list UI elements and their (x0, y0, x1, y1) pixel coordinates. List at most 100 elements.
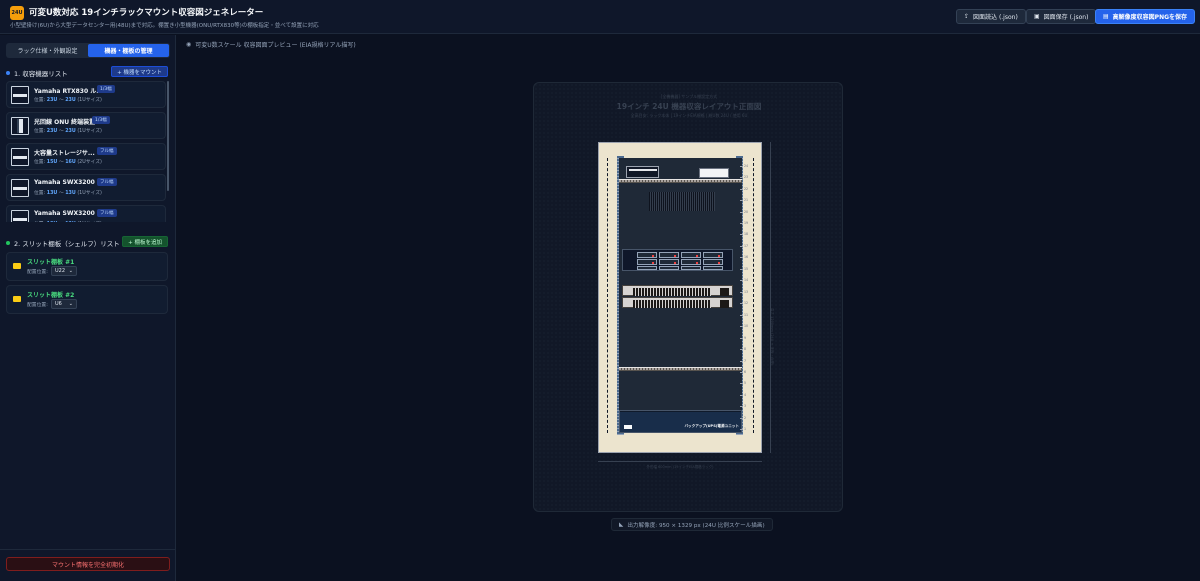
device-pos-prefix: 位置: (34, 191, 46, 196)
shelf-item[interactable]: スリット棚板 #2 配置位置: U6 ⌄ (6, 285, 168, 314)
drive-bay (703, 252, 723, 258)
device-thumbnail (11, 179, 29, 197)
device-position: 位置: 12U 〜 12U (1Uサイズ) (34, 220, 102, 222)
canvas-meta: 全高目安: ラック本体 | 19インチEIA規格 | 総U数 24U / 使用 … (630, 113, 748, 118)
u-tick (740, 303, 743, 305)
device-pos-prefix: 位置: (34, 129, 46, 134)
u-tick (740, 291, 743, 293)
device-thumbnail (11, 148, 29, 166)
shelf-name: スリット棚板 #2 (27, 292, 75, 299)
chevron-down-icon: ⌄ (68, 301, 73, 307)
u-tick (740, 349, 743, 351)
u-tick (740, 337, 743, 339)
rack-device-ups[interactable]: バックアップ(UPS)電源ユニット (619, 410, 742, 433)
device-position: 位置: 23U 〜 23U (1Uサイズ) (34, 127, 102, 134)
rack-device-rtx830[interactable] (626, 166, 659, 178)
device-pos-size: (2Uサイズ) (77, 160, 102, 165)
device-card[interactable]: Yamaha RTX830 ル... 1/3幅 位置: 23U 〜 23U (1Uサ… (6, 81, 166, 108)
drive-bay (681, 266, 701, 270)
device-name: 大容量ストレージサ... (34, 150, 95, 157)
u-number: 15 (744, 266, 749, 271)
chevron-down-icon: ⌄ (68, 268, 73, 274)
device-width-badge: 1/3幅 (97, 85, 115, 93)
reset-all-button[interactable]: マウント情報を完全初期化 (6, 557, 170, 571)
device-card[interactable]: Yamaha SWX3200 ...フル幅位置: 12U 〜 12U (1Uサイ… (6, 205, 166, 222)
u-number: 22 (744, 186, 749, 191)
drive-bay (703, 266, 723, 270)
canvas-tag-line: [全機機器] サンプル棚設定方式 (660, 94, 718, 99)
u-number: 20 (744, 209, 749, 214)
resolution-badge: ◣ 出力解像度: 950 × 1329 px (24U 比例スケール描画) (611, 518, 773, 531)
u-tick (740, 211, 743, 213)
shelf-item[interactable]: スリット棚板 #1 配置位置: U22 ⌄ (6, 252, 168, 281)
eye-icon: ◉ (186, 41, 192, 48)
u-tick (740, 383, 743, 385)
u-number: 6 (744, 369, 747, 374)
device-pos-to: 23U (65, 98, 76, 103)
switch-ports (633, 304, 711, 308)
resolution-label: 出力解像度: 950 × 1329 px (24U 比例スケール描画) (627, 522, 765, 529)
u-number: 10 (744, 324, 749, 329)
device-name: 光回線 ONU 終端装置 (34, 119, 96, 126)
u-tick (740, 188, 743, 190)
device-pos-size: (1Uサイズ) (77, 98, 102, 103)
height-dimension-line (770, 142, 771, 453)
u-tick (740, 245, 743, 247)
rack-device-swx3200-b[interactable] (622, 297, 733, 308)
sidebar-divider (0, 549, 176, 550)
device-card[interactable]: 大容量ストレージサ... フル幅 位置: 15U 〜 16U (2Uサイズ) (6, 143, 166, 170)
canvas-title: 19インチ 24U 機器収容レイアウト正面図 (616, 102, 762, 111)
export-png-label: 高解像度収容図PNGを保存 (1112, 14, 1188, 21)
u-number: 4 (744, 392, 747, 397)
export-png-button[interactable]: ▤ 高解像度収容図PNGを保存 (1095, 9, 1196, 24)
u-number: 23 (744, 175, 749, 180)
device-card[interactable]: 光回線 ONU 終端装置 1/3幅 位置: 23U 〜 23U (1Uサイズ) (6, 112, 166, 139)
tab-rack-settings[interactable]: ラック仕様・外観設定 (7, 44, 88, 57)
device-list-scrollbar[interactable] (167, 81, 169, 191)
u-number: 17 (744, 243, 749, 248)
drive-bay (659, 266, 679, 270)
save-json-button[interactable]: ▣ 図面保存 (.json) (1026, 9, 1097, 24)
rack-device-storage[interactable] (622, 249, 733, 271)
switch-ports (633, 292, 711, 296)
u-tick (740, 406, 743, 408)
device-card[interactable]: Yamaha SWX3200 ... フル幅 位置: 13U 〜 13U (1Uサイ… (6, 174, 166, 201)
u-number: 2 (744, 415, 747, 420)
shelf-position-label: 配置位置: (27, 270, 48, 275)
device-pos-separator: 〜 (58, 98, 64, 103)
u-number: 5 (744, 381, 747, 386)
device-pos-separator: 〜 (58, 191, 64, 196)
u-number: 19 (744, 221, 749, 226)
shelf-position-select[interactable]: U6 ⌄ (51, 299, 77, 309)
drive-bay (659, 252, 679, 258)
shelf-position-value: U6 (55, 301, 62, 307)
device-list: Yamaha RTX830 ル... 1/3幅 位置: 23U 〜 23U (1Uサ… (6, 81, 166, 222)
device-pos-separator: 〜 (58, 160, 64, 165)
add-device-button[interactable]: + 機器をマウント (111, 66, 168, 77)
device-pos-prefix: 位置: (34, 160, 46, 165)
load-json-button[interactable]: ⇪ 図面読込 (.json) (956, 9, 1026, 24)
drive-bay (681, 259, 701, 265)
app-logo: 24U (10, 6, 24, 20)
shelf-position-select[interactable]: U22 ⌄ (51, 266, 77, 276)
drive-bay (703, 259, 723, 265)
u-number: 16 (744, 255, 749, 260)
drive-bay (637, 259, 657, 265)
u-tick (740, 177, 743, 179)
app-subtitle: 小型壁掛け(6U)から大型データセンター用(48U)まで対応。棚置き小型機器(O… (10, 23, 319, 29)
device-name: Yamaha SWX3200 ... (34, 179, 104, 186)
rack-device-onu[interactable] (699, 168, 729, 178)
rack-device-swx3200-a[interactable] (622, 285, 733, 296)
u-tick (740, 200, 743, 202)
folder-icon (13, 296, 21, 302)
device-pos-to: 13U (65, 191, 76, 196)
u-number: 8 (744, 347, 747, 352)
u-tick (740, 326, 743, 328)
device-pos-size: (1Uサイズ) (77, 129, 102, 134)
device-pos-from: 15U (46, 160, 58, 165)
folder-icon (13, 263, 21, 269)
tab-devices[interactable]: 機器・棚板の管理 (88, 44, 169, 57)
device-pos-separator: 〜 (58, 129, 64, 134)
rack-frame: バックアップ(UPS)電源ユニット 24 23 22 21 20 19 18 17 16 15 14… (598, 142, 762, 453)
add-shelf-button[interactable]: + 棚板を追加 (122, 236, 168, 247)
